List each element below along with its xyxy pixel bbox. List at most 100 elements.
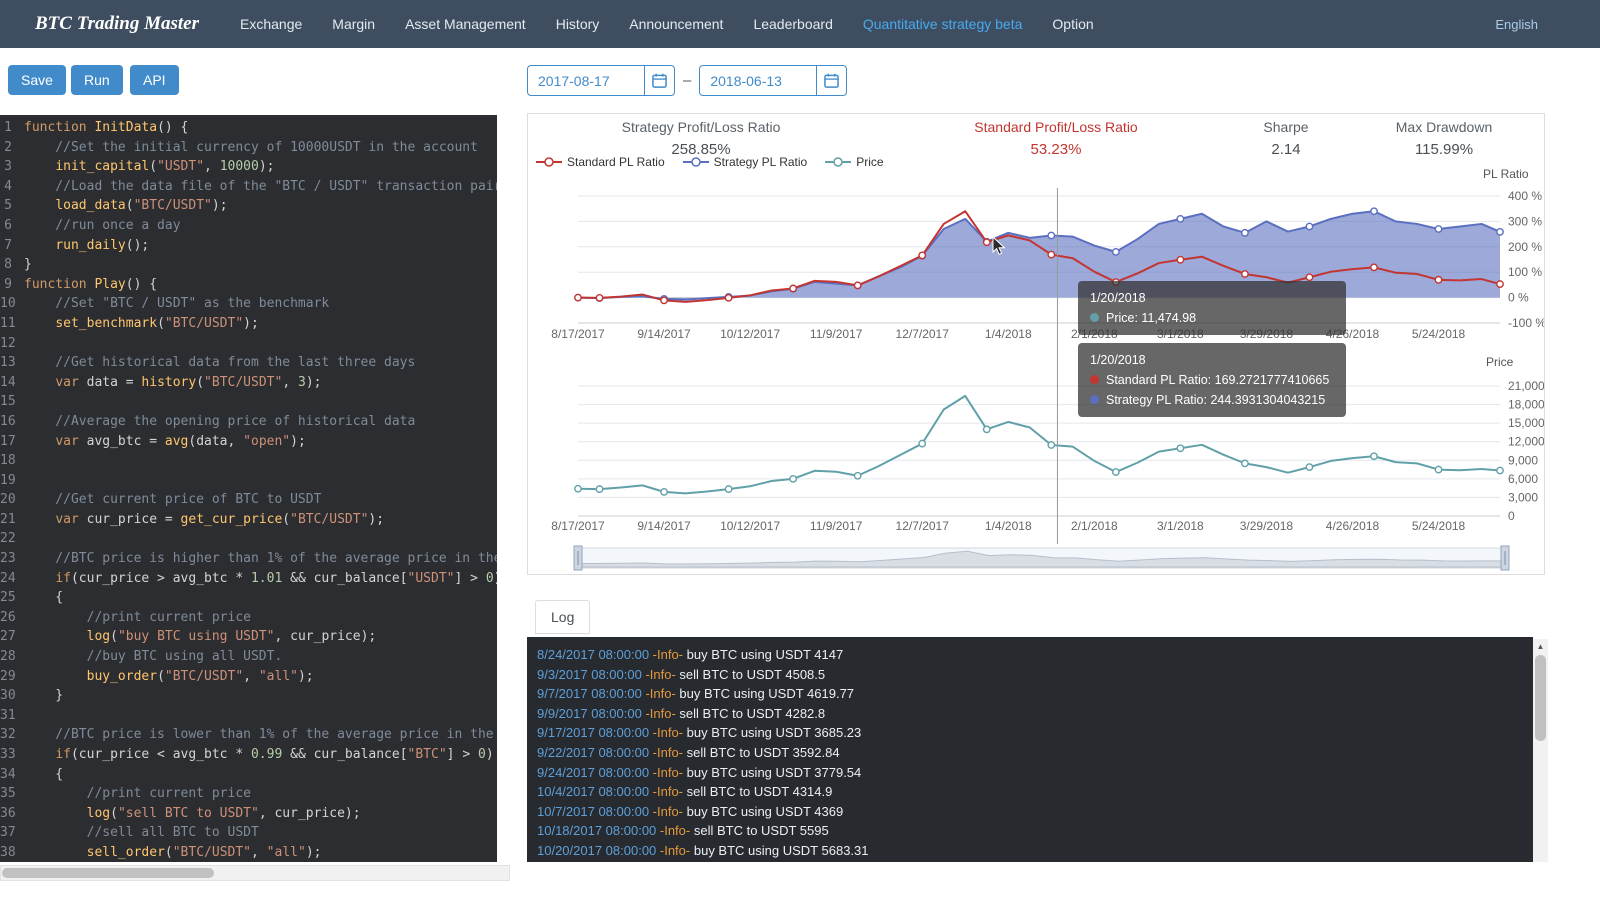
log-vertical-scrollbar[interactable]: ▲ <box>1533 639 1548 862</box>
code-line: 4 //Load the data file of the "BTC / USD… <box>0 177 497 197</box>
code-line: 15 <box>0 392 497 412</box>
svg-text:12,000: 12,000 <box>1508 435 1544 449</box>
svg-text:8/17/2017: 8/17/2017 <box>551 327 605 341</box>
pl-ratio-chart[interactable]: 400 %300 %200 %100 %0 %-100 %8/17/20179/… <box>551 167 1544 341</box>
log-entry: 9/3/2017 08:00:00 -Info- sell BTC to USD… <box>537 665 1533 685</box>
code-line: 22 <box>0 529 497 549</box>
log-entry: 9/24/2017 08:00:00 -Info- buy BTC using … <box>537 763 1533 783</box>
nav-item-asset-management[interactable]: Asset Management <box>390 0 541 48</box>
svg-text:400 %: 400 % <box>1508 189 1542 203</box>
run-button[interactable]: Run <box>71 65 123 95</box>
svg-text:5/24/2018: 5/24/2018 <box>1412 519 1466 533</box>
code-line: 30 } <box>0 686 497 706</box>
code-line: 20 //Get current price of BTC to USDT <box>0 490 497 510</box>
code-line: 18 <box>0 451 497 471</box>
date-separator: – <box>683 72 691 89</box>
brand-logo[interactable]: BTC Trading Master <box>35 13 199 35</box>
navbar: BTC Trading Master ExchangeMarginAsset M… <box>0 0 1600 48</box>
start-date-input[interactable]: 2017-08-17 <box>527 65 675 96</box>
code-line: 31 <box>0 706 497 726</box>
datazoom-navigator[interactable] <box>574 546 1509 570</box>
code-line: 38 sell_order("BTC/USDT", "all"); <box>0 843 497 862</box>
api-button[interactable]: API <box>130 65 179 95</box>
svg-text:10/12/2017: 10/12/2017 <box>720 327 780 341</box>
code-line: 36 log("sell BTC to USDT", cur_price); <box>0 804 497 824</box>
legend-item-standard-pl-ratio[interactable]: Standard PL Ratio <box>536 155 665 169</box>
nav-item-quantitative-strategy-beta[interactable]: Quantitative strategy beta <box>848 0 1038 48</box>
nav-item-announcement[interactable]: Announcement <box>614 0 738 48</box>
code-line: 8} <box>0 255 497 275</box>
svg-text:3/29/2018: 3/29/2018 <box>1240 519 1294 533</box>
code-line: 28 //buy BTC using all USDT. <box>0 647 497 667</box>
code-line: 10 //Set "BTC / USDT" as the benchmark <box>0 294 497 314</box>
log-entry: 9/22/2017 08:00:00 -Info- sell BTC to US… <box>537 743 1533 763</box>
code-line: 16 //Average the opening price of histor… <box>0 412 497 432</box>
svg-text:11/9/2017: 11/9/2017 <box>810 327 863 341</box>
code-editor[interactable]: 1function InitData() {2 //Set the initia… <box>0 115 497 862</box>
code-line: 13 //Get historical data from the last t… <box>0 353 497 373</box>
strategy-charts[interactable]: 400 %300 %200 %100 %0 %-100 %8/17/20179/… <box>528 114 1544 574</box>
stat-strategy-profit-loss-ratio: Strategy Profit/Loss Ratio258.85% <box>622 119 781 158</box>
svg-text:0 %: 0 % <box>1508 291 1529 305</box>
stat-sharpe: Sharpe2.14 <box>1263 119 1308 158</box>
log-entry: 9/17/2017 08:00:00 -Info- buy BTC using … <box>537 723 1533 743</box>
chart-legend: Standard PL Ratio Strategy PL Ratio Price <box>536 155 884 169</box>
legend-marker-icon <box>683 157 709 167</box>
nav-item-exchange[interactable]: Exchange <box>225 0 317 48</box>
log-entry: 10/24/2017 08:00:00 -Info- sell BTC to U… <box>537 861 1533 862</box>
code-line: 25 { <box>0 588 497 608</box>
svg-text:12/7/2017: 12/7/2017 <box>896 519 950 533</box>
svg-text:200 %: 200 % <box>1508 240 1542 254</box>
scrollbar-thumb[interactable] <box>2 868 214 878</box>
code-line: 9function Play() { <box>0 275 497 295</box>
stat-max-drawdown: Max Drawdown115.99% <box>1396 119 1492 158</box>
svg-text:9,000: 9,000 <box>1508 453 1538 467</box>
code-line: 32 //BTC price is lower than 1% of the a… <box>0 725 497 745</box>
legend-item-price[interactable]: Price <box>825 155 883 169</box>
svg-text:300 %: 300 % <box>1508 214 1542 228</box>
nav-item-margin[interactable]: Margin <box>317 0 390 48</box>
code-line: 23 //BTC price is higher than 1% of the … <box>0 549 497 569</box>
svg-text:18,000: 18,000 <box>1508 398 1544 412</box>
code-line: 3 init_capital("USDT", 10000); <box>0 157 497 177</box>
code-line: 29 buy_order("BTC/USDT", "all"); <box>0 667 497 687</box>
nav-item-history[interactable]: History <box>541 0 615 48</box>
end-date-value: 2018-06-13 <box>700 73 782 89</box>
nav-item-leaderboard[interactable]: Leaderboard <box>738 0 847 48</box>
svg-text:3/1/2018: 3/1/2018 <box>1157 519 1204 533</box>
log-entry: 10/4/2017 08:00:00 -Info- sell BTC to US… <box>537 782 1533 802</box>
legend-marker-icon <box>536 157 562 167</box>
pl-ratio-axis-name: PL Ratio <box>1483 167 1529 181</box>
code-line: 24 if(cur_price > avg_btc * 1.01 && cur_… <box>0 569 497 589</box>
log-entry: 10/18/2017 08:00:00 -Info- sell BTC to U… <box>537 821 1533 841</box>
nav-items: ExchangeMarginAsset ManagementHistoryAnn… <box>225 0 1109 48</box>
save-button[interactable]: Save <box>8 65 66 95</box>
calendar-icon[interactable] <box>644 66 674 95</box>
svg-text:2/1/2018: 2/1/2018 <box>1071 519 1118 533</box>
scroll-up-icon[interactable]: ▲ <box>1533 639 1548 653</box>
svg-text:-100 %: -100 % <box>1508 316 1544 330</box>
log-entry: 10/20/2017 08:00:00 -Info- buy BTC using… <box>537 841 1533 861</box>
svg-text:11/9/2017: 11/9/2017 <box>810 519 863 533</box>
price-chart[interactable]: 21,00018,00015,00012,0009,0006,0003,0000… <box>551 355 1544 533</box>
legend-item-strategy-pl-ratio[interactable]: Strategy PL Ratio <box>683 155 808 169</box>
svg-text:21,000: 21,000 <box>1508 379 1544 393</box>
code-line: 21 var cur_price = get_cur_price("BTC/US… <box>0 510 497 530</box>
log-entry: 9/7/2017 08:00:00 -Info- buy BTC using U… <box>537 684 1533 704</box>
scrollbar-thumb[interactable] <box>1535 655 1546 741</box>
code-line: 19 <box>0 471 497 491</box>
svg-text:0: 0 <box>1508 509 1515 523</box>
svg-text:15,000: 15,000 <box>1508 416 1544 430</box>
code-line: 17 var avg_btc = avg(data, "open"); <box>0 432 497 452</box>
date-range: 2017-08-17 – 2018-06-13 <box>527 65 847 96</box>
end-date-input[interactable]: 2018-06-13 <box>699 65 847 96</box>
editor-horizontal-scrollbar[interactable] <box>0 865 510 881</box>
language-selector[interactable]: English <box>1495 17 1538 32</box>
log-panel[interactable]: 8/24/2017 08:00:00 -Info- buy BTC using … <box>527 637 1533 862</box>
nav-item-option[interactable]: Option <box>1037 0 1108 48</box>
code-line: 5 load_data("BTC/USDT"); <box>0 196 497 216</box>
calendar-icon[interactable] <box>816 66 846 95</box>
legend-marker-icon <box>825 157 851 167</box>
log-tab[interactable]: Log <box>535 600 590 634</box>
svg-text:100 %: 100 % <box>1508 265 1542 279</box>
